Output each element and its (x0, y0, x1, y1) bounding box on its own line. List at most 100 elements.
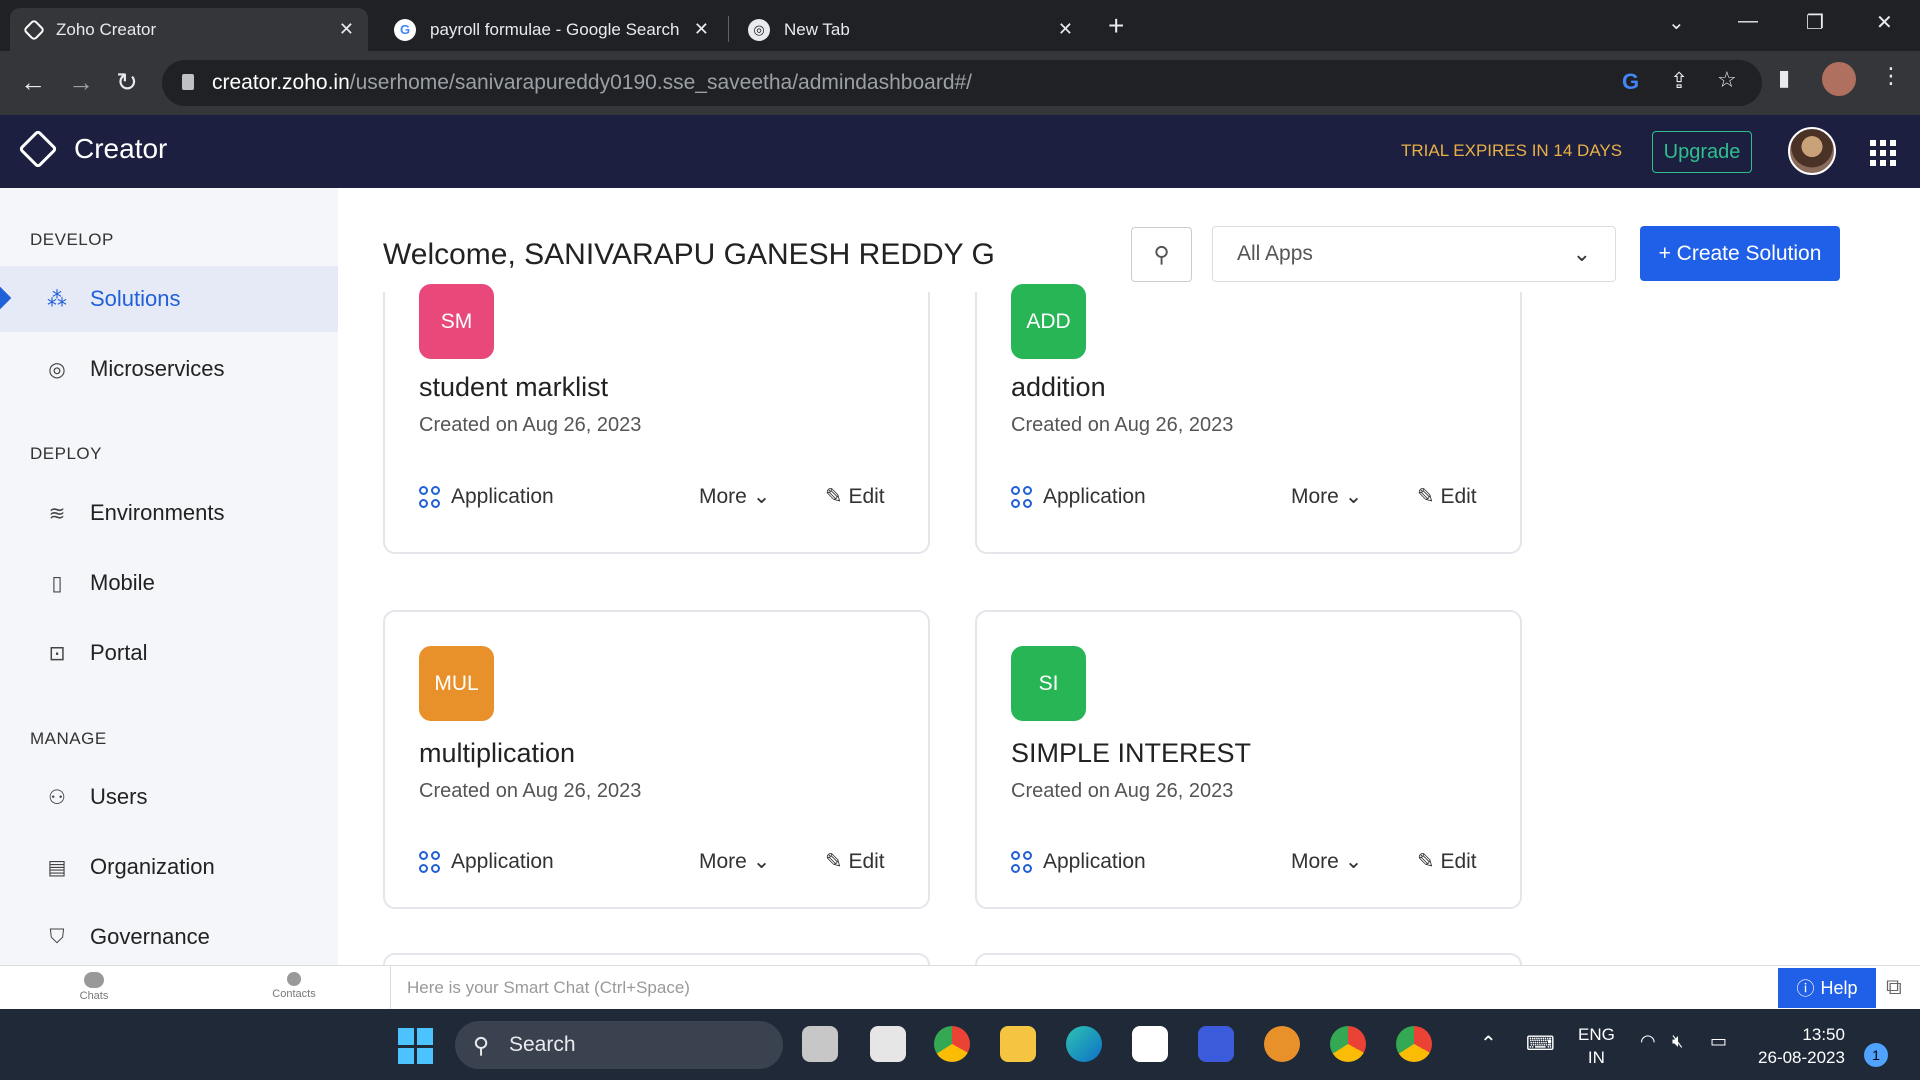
apps-filter-select[interactable]: All Apps ⌄ (1212, 226, 1616, 282)
more-menu-button[interactable]: More ⌄ (1291, 849, 1362, 874)
notepad-icon[interactable] (870, 1026, 906, 1062)
app-created-date: Created on Aug 26, 2023 (1011, 780, 1234, 802)
sidebar-item-microservices[interactable]: ◎ Microservices (0, 336, 338, 402)
sidebar-item-organization[interactable]: ▤ Organization (0, 834, 338, 900)
more-menu-button[interactable]: More ⌄ (699, 849, 770, 874)
search-button[interactable]: ⚲ (1131, 227, 1192, 282)
sidebar-item-environments[interactable]: ≋ Environments (0, 480, 338, 546)
create-solution-button[interactable]: + Create Solution (1640, 226, 1840, 281)
chevron-down-icon: ⌄ (752, 485, 771, 508)
sidebar-item-solutions[interactable]: ⁂ Solutions (0, 266, 338, 332)
side-panel-icon[interactable]: ▮ (1778, 65, 1790, 91)
keyboard-icon[interactable]: ⌨ (1526, 1031, 1555, 1056)
sidebar-item-mobile[interactable]: ▯ Mobile (0, 550, 338, 616)
forward-icon[interactable]: → (68, 67, 94, 98)
app-launcher-icon[interactable] (1870, 140, 1896, 166)
chrome-icon[interactable] (934, 1026, 970, 1062)
reload-icon[interactable]: ↻ (116, 67, 138, 98)
apps-filter-value: All Apps (1237, 242, 1313, 265)
layers-icon: ≋ (48, 502, 66, 525)
new-tab-button[interactable]: + (1108, 10, 1124, 42)
google-lens-icon[interactable]: G (1622, 69, 1639, 95)
bookmark-star-icon[interactable]: ☆ (1717, 67, 1737, 93)
restore-icon[interactable]: ❐ (1806, 10, 1824, 35)
browser-menu-icon[interactable]: ⋮ (1880, 63, 1902, 89)
tab-google-search[interactable]: G payroll formulae - Google Search ✕ (378, 8, 723, 51)
close-window-icon[interactable]: ✕ (1876, 10, 1893, 35)
chrome-profile-icon[interactable] (1396, 1026, 1432, 1062)
address-bar[interactable]: creator.zoho.in/userhome/sanivarapureddy… (162, 60, 1762, 106)
profile-avatar[interactable] (1822, 62, 1856, 96)
clock[interactable]: 13:50 26-08-2023 (1758, 1023, 1845, 1069)
edit-button[interactable]: ✎ Edit (825, 484, 885, 509)
taskbar-search[interactable]: ⚲ Search (455, 1021, 783, 1069)
solutions-icon: ⁂ (47, 288, 67, 311)
language-indicator[interactable]: ENG IN (1578, 1023, 1615, 1069)
app-title[interactable]: student marklist (419, 372, 608, 403)
close-tab-icon[interactable]: ✕ (1058, 19, 1073, 40)
app-card-partial[interactable] (383, 953, 930, 965)
app-type: Application (419, 485, 554, 509)
tab-title: Zoho Creator (56, 19, 157, 39)
edit-button[interactable]: ✎ Edit (1417, 484, 1477, 509)
help-button[interactable]: ⓘ Help (1778, 968, 1876, 1008)
sidebar-item-governance[interactable]: ⛉ Governance (0, 904, 338, 970)
tab-new-tab[interactable]: ◎ New Tab ✕ (732, 8, 1087, 51)
app-title[interactable]: addition (1011, 372, 1106, 403)
microsoft-store-icon[interactable] (1132, 1026, 1168, 1062)
shield-icon: ⛉ (49, 925, 65, 948)
search-icon: ⚲ (473, 1033, 490, 1058)
sidebar-item-label: Organization (90, 854, 215, 879)
sidebar-item-label: Solutions (90, 286, 181, 311)
app-card-addition[interactable]: ADD addition Created on Aug 26, 2023 App… (975, 284, 1522, 554)
app-created-date: Created on Aug 26, 2023 (1011, 414, 1234, 436)
tray-overflow-icon[interactable]: ⌃ (1480, 1031, 1497, 1056)
minimize-icon[interactable]: — (1738, 10, 1758, 33)
medal-app-icon[interactable] (1264, 1026, 1300, 1062)
chats-button[interactable]: Chats (64, 972, 124, 1002)
page-title: Welcome, SANIVARAPU GANESH REDDY G (383, 238, 995, 271)
app-badge: MUL (419, 646, 494, 721)
more-menu-button[interactable]: More ⌄ (1291, 484, 1362, 509)
share-icon[interactable]: ⇪ (1670, 68, 1688, 94)
edit-button[interactable]: ✎ Edit (1417, 849, 1477, 874)
close-tab-icon[interactable]: ✕ (339, 19, 354, 40)
app-title[interactable]: multiplication (419, 738, 575, 769)
creator-logo[interactable]: Creator (18, 129, 167, 169)
app-card-simple-interest[interactable]: SI SIMPLE INTEREST Created on Aug 26, 20… (975, 610, 1522, 909)
application-icon (419, 486, 441, 508)
sidebar-item-users[interactable]: ⚇ Users (0, 764, 338, 830)
sidebar-item-portal[interactable]: ⊡ Portal (0, 620, 338, 686)
edge-icon[interactable] (1066, 1026, 1102, 1062)
more-menu-button[interactable]: More ⌄ (699, 484, 770, 509)
app-header: Creator TRIAL EXPIRES IN 14 DAYS Upgrade (0, 115, 1920, 188)
notification-badge[interactable]: 1 (1864, 1043, 1888, 1067)
smart-chat-input[interactable]: Here is your Smart Chat (Ctrl+Space) (390, 966, 1778, 1009)
pencil-icon: ✎ (825, 485, 843, 508)
contacts-button[interactable]: Contacts (264, 972, 324, 1000)
app-card-partial[interactable] (975, 953, 1522, 965)
edit-button[interactable]: ✎ Edit (825, 849, 885, 874)
close-tab-icon[interactable]: ✕ (694, 19, 709, 40)
wifi-icon[interactable]: ◠ (1640, 1031, 1656, 1052)
google-favicon-icon: G (394, 18, 416, 41)
pencil-icon: ✎ (1417, 850, 1435, 873)
tab-search-chevron-icon[interactable]: ⌄ (1668, 10, 1685, 35)
chat-window-icon[interactable]: ⧉ (1886, 974, 1902, 1000)
chevron-down-icon: ⌄ (1344, 850, 1363, 873)
task-view-icon[interactable] (802, 1026, 838, 1062)
app-card-student-marklist[interactable]: SM student marklist Created on Aug 26, 2… (383, 284, 930, 554)
upgrade-button[interactable]: Upgrade (1652, 131, 1752, 173)
user-avatar[interactable] (1788, 127, 1836, 175)
chrome-profile-icon[interactable] (1330, 1026, 1366, 1062)
help-circle-icon: ⓘ (1796, 979, 1815, 999)
battery-icon[interactable]: ▭ (1710, 1031, 1727, 1052)
tab-zoho-creator[interactable]: Zoho Creator ✕ (10, 8, 368, 51)
back-icon[interactable]: ← (20, 67, 46, 98)
windows-start-icon[interactable] (398, 1028, 434, 1064)
app-title[interactable]: SIMPLE INTEREST (1011, 738, 1251, 769)
app-icon[interactable] (1198, 1026, 1234, 1062)
speaker-muted-icon[interactable]: 🔇︎ (1672, 1031, 1683, 1052)
file-explorer-icon[interactable] (1000, 1026, 1036, 1062)
app-card-multiplication[interactable]: MUL multiplication Created on Aug 26, 20… (383, 610, 930, 909)
